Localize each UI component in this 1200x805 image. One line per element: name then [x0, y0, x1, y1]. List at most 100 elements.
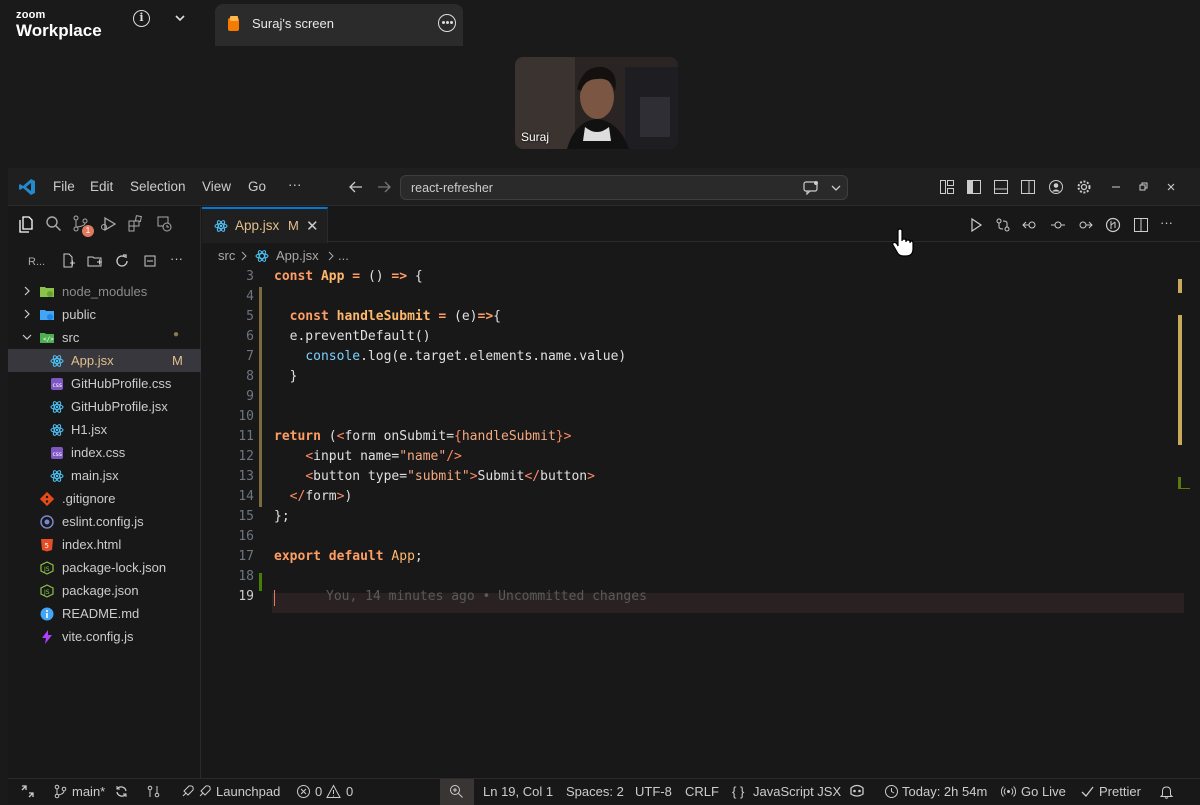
tab-label: App.jsx [235, 218, 280, 233]
time-tracker[interactable]: Today: 2h 54m [902, 784, 987, 799]
compare-changes-icon[interactable] [995, 217, 1011, 233]
chevron-right-icon [241, 251, 247, 261]
language-mode[interactable]: JavaScript JSX [753, 784, 841, 799]
sync-icon[interactable] [114, 784, 129, 799]
tree-item-package-lock[interactable]: JS package-lock.json [8, 556, 201, 579]
next-change-icon[interactable] [1077, 217, 1093, 233]
warning-icon[interactable] [326, 784, 341, 799]
warning-count[interactable]: 0 [346, 784, 353, 799]
copilot-icon[interactable] [848, 783, 866, 799]
encoding[interactable]: UTF-8 [635, 784, 672, 799]
remote-explorer-icon[interactable] [155, 215, 172, 232]
back-arrow-icon[interactable] [348, 179, 364, 195]
more-actions-icon[interactable]: ··· [170, 251, 183, 266]
open-changes-icon[interactable] [1022, 217, 1038, 233]
tree-item-githubprofile-jsx[interactable]: GitHubProfile.jsx [8, 395, 201, 418]
menu-file[interactable]: File [53, 179, 75, 194]
git-graph-icon[interactable] [146, 784, 161, 799]
menu-more[interactable]: ··· [288, 177, 302, 192]
rocket-icon[interactable] [180, 784, 195, 799]
git-branch-label[interactable]: main* [72, 784, 105, 799]
search-icon[interactable] [45, 215, 62, 232]
tab-app-jsx[interactable]: App.jsx M ✕ [202, 207, 328, 243]
launchpad-icon[interactable] [197, 784, 212, 799]
tab-close-icon[interactable]: ✕ [306, 217, 319, 235]
tree-item-index-html[interactable]: 5 index.html [8, 533, 201, 556]
indentation[interactable]: Spaces: 2 [566, 784, 624, 799]
tree-item-src[interactable]: </> src ● [8, 326, 201, 349]
check-icon[interactable] [1080, 784, 1095, 799]
cursor-position[interactable]: Ln 19, Col 1 [483, 784, 553, 799]
git-commit-icon[interactable] [1050, 217, 1066, 233]
breadcrumb-folder[interactable]: src [218, 248, 235, 263]
error-icon[interactable] [296, 784, 311, 799]
tree-item-eslint-config[interactable]: eslint.config.js [8, 510, 201, 533]
error-count[interactable]: 0 [315, 784, 322, 799]
tree-item-gitignore[interactable]: .gitignore [8, 487, 201, 510]
broadcast-icon[interactable] [1001, 784, 1016, 799]
zoom-indicator[interactable] [440, 779, 474, 805]
tree-item-package-json[interactable]: JS package.json [8, 579, 201, 602]
prettier-label[interactable]: Prettier [1099, 784, 1141, 799]
info-icon[interactable]: i [133, 10, 150, 27]
refresh-icon[interactable] [114, 253, 130, 269]
scrollbar-marker [1178, 279, 1182, 293]
forward-arrow-icon[interactable] [376, 179, 392, 195]
code-line: 14 </form>) [202, 487, 1200, 507]
close-window-icon[interactable] [1163, 179, 1179, 195]
tree-item-index-css[interactable]: css index.css [8, 441, 201, 464]
tree-item-readme[interactable]: README.md [8, 602, 201, 625]
explorer-files-icon[interactable] [17, 215, 35, 233]
tree-item-public[interactable]: public [8, 303, 201, 326]
tree-item-vite-config[interactable]: vite.config.js [8, 625, 201, 648]
menu-selection[interactable]: Selection [130, 179, 186, 194]
new-folder-icon[interactable] [87, 253, 103, 269]
tree-item-node-modules[interactable]: node_modules [8, 280, 201, 303]
tree-item-main-jsx[interactable]: main.jsx [8, 464, 201, 487]
command-center[interactable]: react-refresher [400, 175, 848, 200]
collapse-all-icon[interactable] [142, 253, 158, 269]
account-icon[interactable] [1048, 179, 1064, 195]
customize-layout-icon[interactable] [939, 179, 955, 195]
explorer-root-label[interactable]: R... [28, 256, 45, 268]
remote-indicator-icon[interactable] [20, 784, 35, 799]
participant-video[interactable]: Suraj [515, 57, 678, 149]
breadcrumb-file[interactable]: App.jsx [276, 248, 319, 263]
run-icon[interactable] [968, 217, 984, 233]
tree-item-h1-jsx[interactable]: H1.jsx [8, 418, 201, 441]
screen-share-label: Suraj's screen [252, 16, 334, 31]
line-number: 4 [246, 289, 254, 304]
toggle-sidebar-icon[interactable] [966, 179, 982, 195]
notifications-bell-icon[interactable] [1159, 784, 1174, 799]
tree-item-githubprofile-css[interactable]: css GitHubProfile.css [8, 372, 201, 395]
settings-gear-icon[interactable] [1076, 179, 1092, 195]
screen-share-tab[interactable]: Suraj's screen [215, 4, 463, 46]
breadcrumb-more[interactable]: ... [338, 248, 349, 263]
clock-icon[interactable] [884, 784, 899, 799]
more-options-icon[interactable] [438, 14, 456, 32]
toggle-panel-icon[interactable] [993, 179, 1009, 195]
scm-badge: 1 [82, 225, 94, 237]
launchpad-label[interactable]: Launchpad [216, 784, 280, 799]
chevron-down-icon[interactable] [174, 12, 186, 24]
run-debug-icon[interactable] [100, 215, 117, 232]
line-ending[interactable]: CRLF [685, 784, 719, 799]
go-live-label[interactable]: Go Live [1021, 784, 1066, 799]
tree-item-app-jsx[interactable]: App.jsx M [8, 349, 201, 372]
editor-more-actions-icon[interactable]: ··· [1160, 215, 1173, 230]
copilot-chat-icon[interactable] [803, 180, 820, 195]
menu-view[interactable]: View [202, 179, 231, 194]
menu-edit[interactable]: Edit [90, 179, 113, 194]
gitlens-icon[interactable] [1105, 217, 1121, 233]
menu-go[interactable]: Go [248, 179, 266, 194]
minimize-icon[interactable] [1108, 179, 1124, 195]
code-line: 8 } [202, 367, 1200, 387]
new-file-icon[interactable] [60, 253, 76, 269]
language-braces-icon[interactable]: { } [732, 784, 744, 799]
extensions-icon[interactable] [127, 215, 144, 232]
git-branch-icon[interactable] [53, 784, 68, 799]
restore-icon[interactable] [1135, 179, 1151, 195]
toggle-secondary-sidebar-icon[interactable] [1020, 179, 1036, 195]
chevron-down-icon[interactable] [831, 184, 841, 192]
split-editor-icon[interactable] [1133, 217, 1149, 233]
